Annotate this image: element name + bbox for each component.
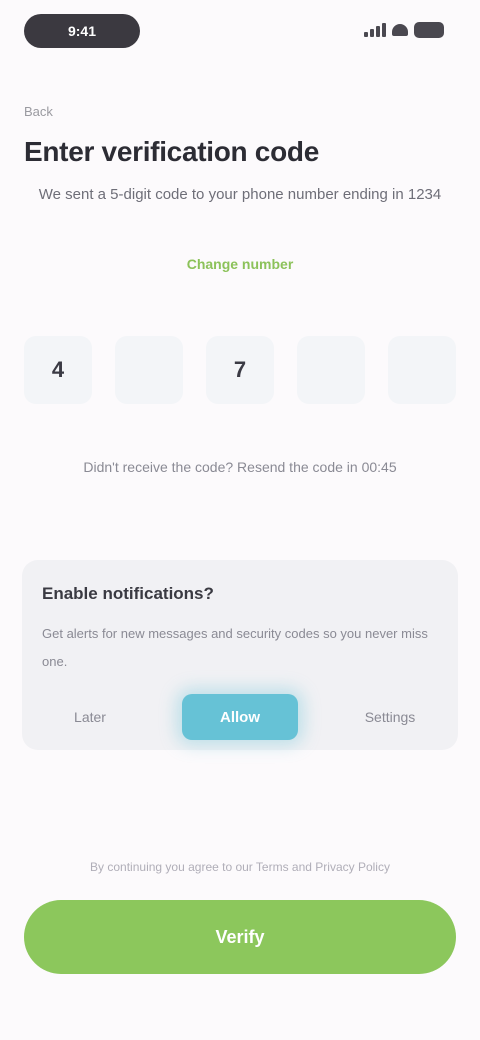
wifi-icon	[392, 24, 408, 36]
settings-button[interactable]: Settings	[342, 697, 438, 737]
code-digit-3[interactable]: 7	[206, 336, 274, 404]
code-digit-5[interactable]	[388, 336, 456, 404]
card-text: Get alerts for new messages and security…	[42, 626, 428, 669]
later-button[interactable]: Later	[42, 697, 138, 737]
back-link[interactable]: Back	[24, 104, 53, 119]
page-subtitle: We sent a 5-digit code to your phone num…	[38, 186, 442, 203]
code-digit-2[interactable]	[115, 336, 183, 404]
allow-button[interactable]: Allow	[182, 694, 298, 740]
status-bar: 9:41	[0, 0, 480, 64]
code-digit-1[interactable]: 4	[24, 336, 92, 404]
status-time: 9:41	[24, 14, 140, 48]
card-title: Enable notifications?	[42, 584, 214, 603]
status-icons	[364, 22, 444, 38]
battery-icon	[414, 22, 444, 38]
page-title: Enter verification code	[24, 136, 319, 167]
terms-text: By continuing you agree to our Terms and…	[90, 860, 390, 874]
notification-card: Enable notifications? Get alerts for new…	[22, 560, 458, 750]
code-digit-4[interactable]	[297, 336, 365, 404]
card-actions: Later Allow Settings	[42, 694, 438, 740]
verify-button[interactable]: Verify	[24, 900, 456, 974]
signal-icon	[364, 23, 386, 37]
change-number-link[interactable]: Change number	[0, 256, 480, 272]
resend-text[interactable]: Didn't receive the code? Resend the code…	[40, 452, 440, 482]
code-input-row: 4 7	[24, 336, 456, 404]
